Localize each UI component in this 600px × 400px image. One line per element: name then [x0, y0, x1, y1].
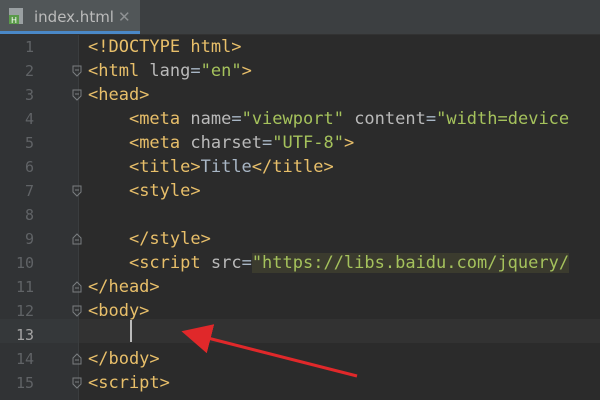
- file-icon-letter: H: [11, 16, 17, 24]
- tab-filename: index.html: [34, 8, 114, 26]
- tab-index-html[interactable]: H index.html ✕: [0, 0, 140, 34]
- html-file-icon: H: [9, 8, 23, 24]
- editor-tab-bar: H index.html ✕: [0, 0, 600, 35]
- code-editor[interactable]: 1 <!DOCTYPE html> 2 <html lang="en"> 3 <head>…: [0, 35, 600, 400]
- close-icon[interactable]: ✕: [118, 8, 131, 26]
- annotation-arrow: [181, 324, 358, 378]
